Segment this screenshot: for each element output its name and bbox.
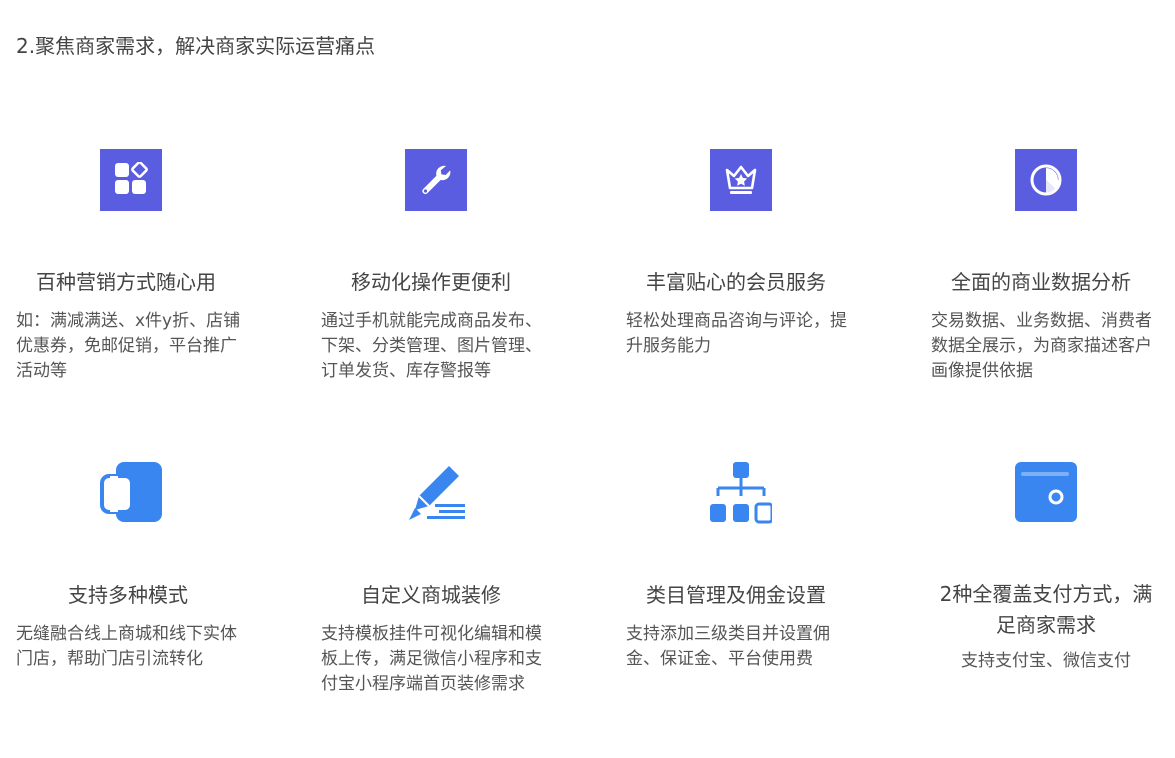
wallet-icon (1015, 462, 1077, 524)
feature-title: 丰富贴心的会员服务 (646, 270, 826, 294)
pencil-edit-icon (405, 462, 467, 524)
feature-title: 2种全覆盖支付方式，满足商家需求 (939, 582, 1153, 637)
feature-desc: 交易数据、业务数据、消费者数据全展示，为商家描述客户画像提供依据 (931, 311, 1152, 381)
feature-title: 全面的商业数据分析 (951, 270, 1131, 294)
feature-desc: 支持添加三级类目并设置佣金、保证金、平台使用费 (626, 624, 830, 669)
section-title: 2.聚焦商家需求，解决商家实际运营痛点 (16, 34, 376, 58)
apps-grid-icon (100, 149, 162, 211)
feature-title: 百种营销方式随心用 (36, 270, 216, 294)
feature-desc: 支持支付宝、微信支付 (961, 651, 1131, 671)
hierarchy-icon (710, 462, 772, 524)
wrench-icon (405, 149, 467, 211)
feature-title: 支持多种模式 (68, 583, 188, 607)
feature-desc: 支持模板挂件可视化编辑和模板上传，满足微信小程序和支付宝小程序端首页装修需求 (321, 624, 542, 694)
feature-title: 自定义商城装修 (361, 583, 501, 607)
crown-star-icon (710, 149, 772, 211)
pie-chart-icon (1015, 149, 1077, 211)
dual-mode-icon (100, 462, 162, 524)
feature-desc: 如：满减满送、x件y折、店铺优惠券，免邮促销，平台推广活动等 (16, 311, 241, 381)
feature-title: 类目管理及佣金设置 (646, 583, 826, 607)
feature-desc: 轻松处理商品咨询与评论，提升服务能力 (626, 311, 847, 356)
feature-desc: 无缝融合线上商城和线下实体门店，帮助门店引流转化 (16, 624, 237, 669)
feature-title: 移动化操作更便利 (351, 270, 511, 294)
feature-desc: 通过手机就能完成商品发布、下架、分类管理、图片管理、订单发货、库存警报等 (321, 311, 542, 381)
